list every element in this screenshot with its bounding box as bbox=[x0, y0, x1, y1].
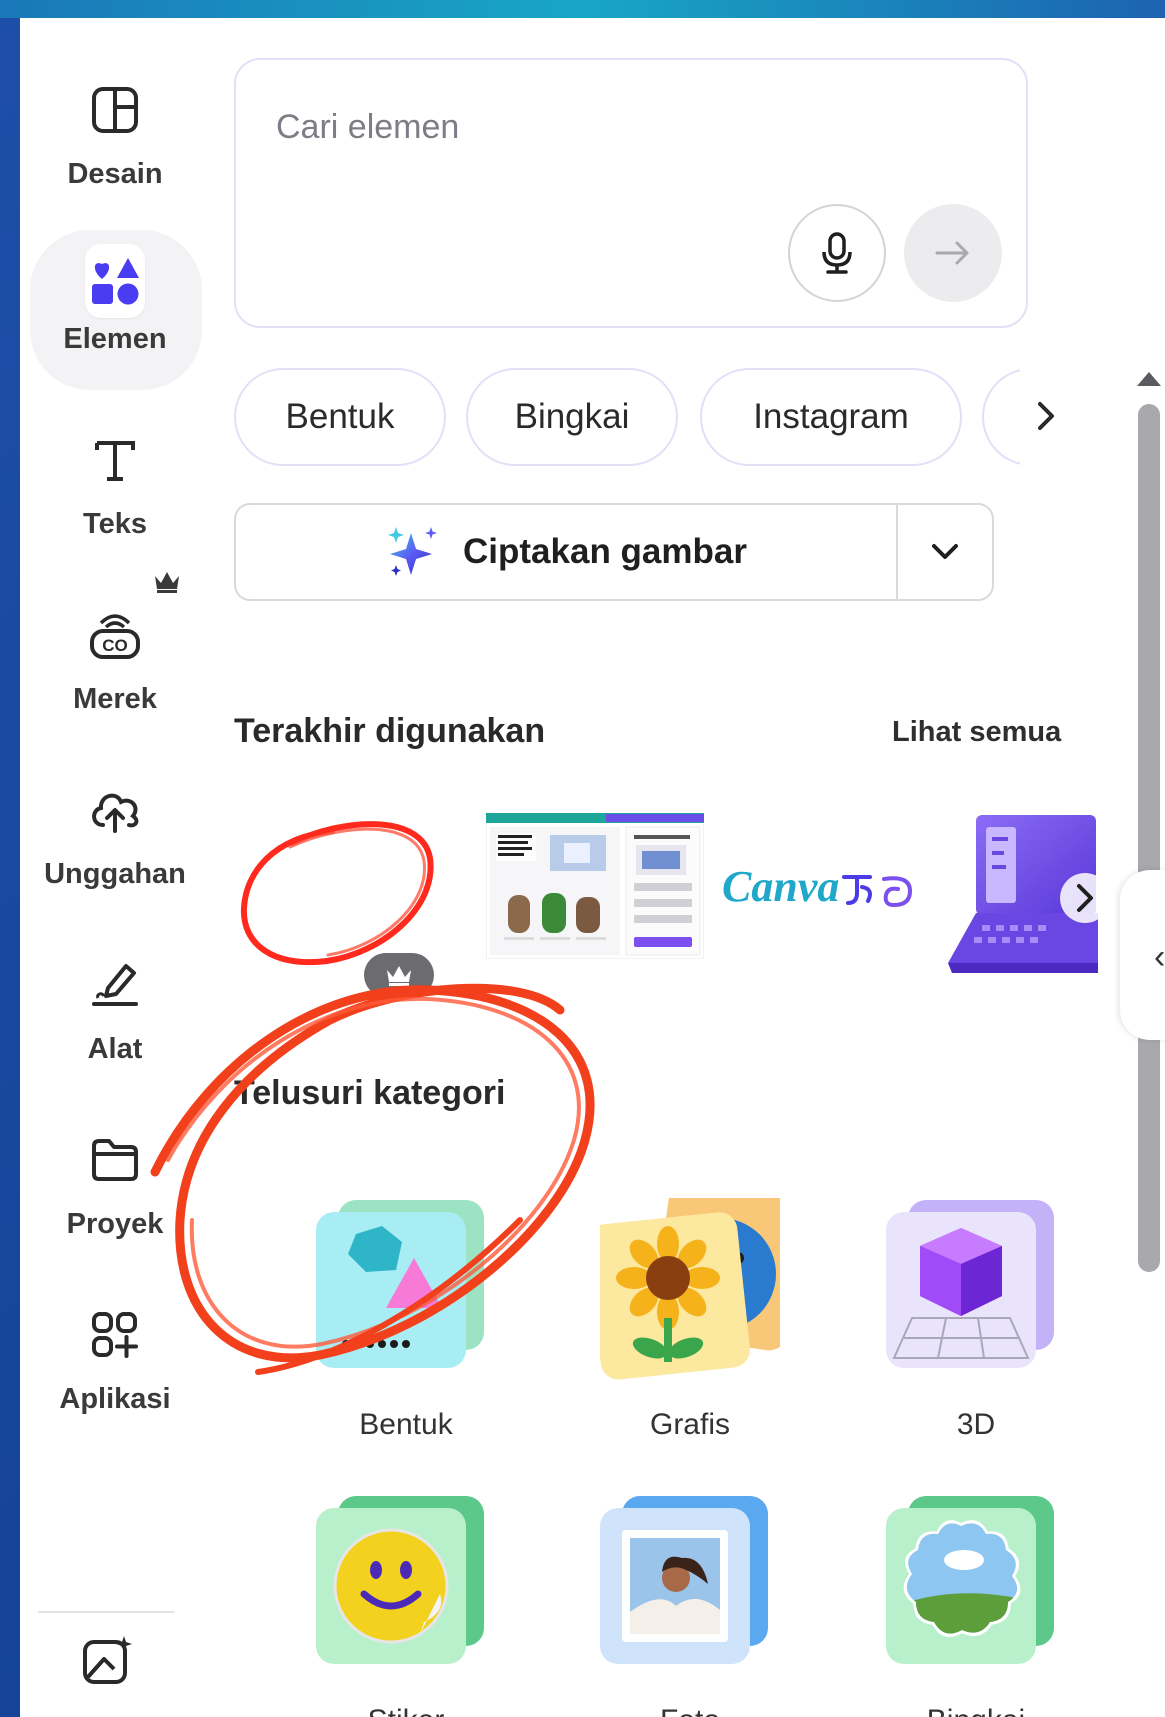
generate-image-button[interactable]: Ciptakan gambar bbox=[234, 503, 994, 601]
category-grafis[interactable]: Grafis bbox=[600, 1198, 780, 1488]
recent-item-red-circle[interactable] bbox=[232, 813, 442, 997]
generate-image-main[interactable]: Ciptakan gambar bbox=[236, 505, 896, 599]
see-all-link[interactable]: Lihat semua bbox=[892, 716, 1061, 749]
category-bingkai[interactable]: Bingkai bbox=[886, 1494, 1066, 1717]
sidebar-item-proyek[interactable]: Proyek bbox=[30, 1086, 200, 1256]
category-label: Grafis bbox=[649, 1408, 730, 1441]
sidebar-item-elemen[interactable]: Elemen bbox=[30, 211, 200, 381]
sidebar-divider bbox=[38, 1611, 174, 1613]
category-stiker[interactable]: Stiker bbox=[316, 1494, 496, 1717]
search-input[interactable]: Cari elemen bbox=[276, 108, 459, 147]
apps-grid-icon bbox=[85, 1305, 145, 1365]
sidebar-item-label: Desain bbox=[67, 158, 163, 190]
sidebar-item-label: Merek bbox=[73, 683, 157, 715]
sidebar-item-desain[interactable]: Desain bbox=[30, 36, 200, 206]
search-submit-button[interactable] bbox=[904, 204, 1002, 302]
chevron-down-icon bbox=[932, 544, 958, 559]
cloud-upload-icon bbox=[85, 780, 145, 840]
chevron-right-icon[interactable] bbox=[1034, 398, 1058, 439]
chip-bentuk[interactable]: Bentuk bbox=[234, 368, 446, 466]
category-3d[interactable]: 3D bbox=[886, 1198, 1066, 1488]
sidebar-item-label: Proyek bbox=[66, 1208, 164, 1240]
sidebar-item-label: Elemen bbox=[63, 323, 167, 355]
canva-logo-text: Canva bbox=[722, 862, 840, 911]
photo-category-icon bbox=[600, 1496, 768, 1664]
chip-instagram[interactable]: Instagram bbox=[700, 368, 962, 466]
collapse-panel-tab[interactable]: ‹ bbox=[1120, 870, 1165, 1040]
folder-icon bbox=[85, 1130, 145, 1190]
scrollbar-thumb[interactable] bbox=[1138, 404, 1160, 1272]
category-label: 3D bbox=[956, 1408, 996, 1441]
recent-section-title: Terakhir digunakan bbox=[234, 712, 546, 750]
generate-dropdown-button[interactable] bbox=[898, 505, 992, 599]
category-label: Bingkai bbox=[866, 1704, 1086, 1717]
layout-icon bbox=[85, 80, 145, 140]
category-label: Foto bbox=[580, 1704, 800, 1717]
chip-label: Bingkai bbox=[514, 397, 630, 436]
recent-item-canva-logo[interactable]: Canva bbox=[720, 813, 920, 973]
category-label: Bentuk bbox=[359, 1408, 453, 1441]
pen-tool-icon bbox=[85, 955, 145, 1015]
sidebar-item-aplikasi[interactable]: Aplikasi bbox=[30, 1261, 200, 1431]
svg-text:CO: CO bbox=[102, 636, 128, 655]
sidebar-nav: Desain Elemen Teks CO Merek Unggahan Ala… bbox=[20, 18, 210, 1717]
categories-section-title: Telusuri kategori bbox=[234, 1074, 506, 1112]
shapes-icon bbox=[85, 244, 145, 318]
sparkle-icon bbox=[388, 527, 438, 576]
chip-label: Bentuk bbox=[285, 397, 395, 436]
sidebar-item-label: Teks bbox=[83, 508, 147, 540]
crown-icon bbox=[364, 953, 434, 997]
brand-co-icon: CO bbox=[85, 605, 145, 665]
sidebar-item-unggahan[interactable]: Unggahan bbox=[30, 736, 200, 906]
category-foto[interactable]: Foto bbox=[600, 1494, 780, 1717]
sidebar-item-label: Aplikasi bbox=[59, 1383, 171, 1415]
arrow-right-icon bbox=[935, 241, 969, 265]
text-t-icon bbox=[85, 430, 145, 490]
sticker-category-icon bbox=[316, 1496, 484, 1664]
canva-elements-panel: Desain Elemen Teks CO Merek Unggahan Ala… bbox=[20, 18, 1165, 1717]
magic-image-icon[interactable] bbox=[80, 1633, 134, 1692]
sidebar-item-merek[interactable]: CO Merek bbox=[30, 561, 200, 731]
search-box[interactable]: Cari elemen bbox=[234, 58, 1028, 328]
chevron-left-icon: ‹ bbox=[1154, 938, 1165, 976]
category-bentuk[interactable]: Bentuk bbox=[316, 1198, 496, 1488]
sidebar-item-teks[interactable]: Teks bbox=[30, 386, 200, 556]
scroll-up-arrow[interactable] bbox=[1135, 370, 1163, 393]
shapes-category-icon bbox=[316, 1200, 484, 1368]
chevron-right-icon bbox=[1077, 884, 1093, 912]
recent-next-button[interactable] bbox=[1060, 873, 1110, 923]
chip-bingkai[interactable]: Bingkai bbox=[466, 368, 678, 466]
generate-image-label: Ciptakan gambar bbox=[463, 532, 747, 571]
microphone-icon bbox=[822, 232, 852, 274]
recent-item-canva-screenshot[interactable] bbox=[485, 812, 705, 960]
chip-label: Instagram bbox=[753, 397, 909, 436]
category-label: Stiker bbox=[296, 1704, 516, 1717]
sidebar-item-label: Alat bbox=[87, 1033, 143, 1065]
graphics-category-icon bbox=[600, 1198, 780, 1380]
sidebar-item-label: Unggahan bbox=[44, 858, 186, 890]
frame-category-icon bbox=[886, 1496, 1054, 1664]
window-top-strip bbox=[0, 0, 1165, 18]
3d-cube-category-icon bbox=[886, 1200, 1054, 1368]
microphone-button[interactable] bbox=[788, 204, 886, 302]
sidebar-item-alat[interactable]: Alat bbox=[30, 911, 200, 1081]
